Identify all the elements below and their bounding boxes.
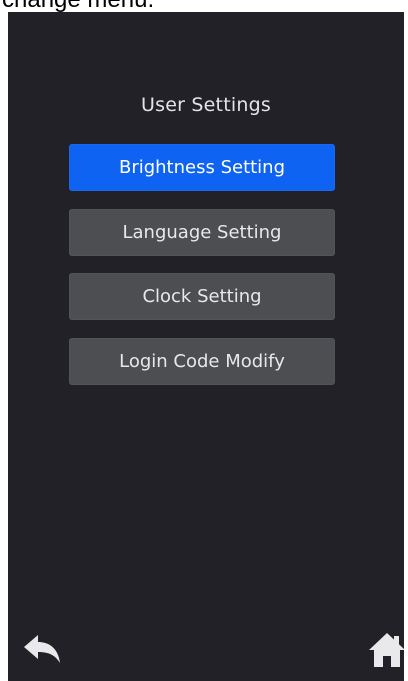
settings-screen: User Settings Brightness Setting Languag…	[8, 12, 404, 681]
back-arrow-icon[interactable]	[20, 630, 64, 670]
caption-text: change menu.	[0, 0, 408, 12]
screen-title: User Settings	[141, 94, 271, 116]
home-icon[interactable]	[365, 630, 404, 670]
login-code-modify-button[interactable]: Login Code Modify	[69, 338, 335, 385]
clock-setting-button[interactable]: Clock Setting	[69, 273, 335, 320]
language-setting-button[interactable]: Language Setting	[69, 209, 335, 256]
brightness-setting-button[interactable]: Brightness Setting	[69, 144, 335, 191]
